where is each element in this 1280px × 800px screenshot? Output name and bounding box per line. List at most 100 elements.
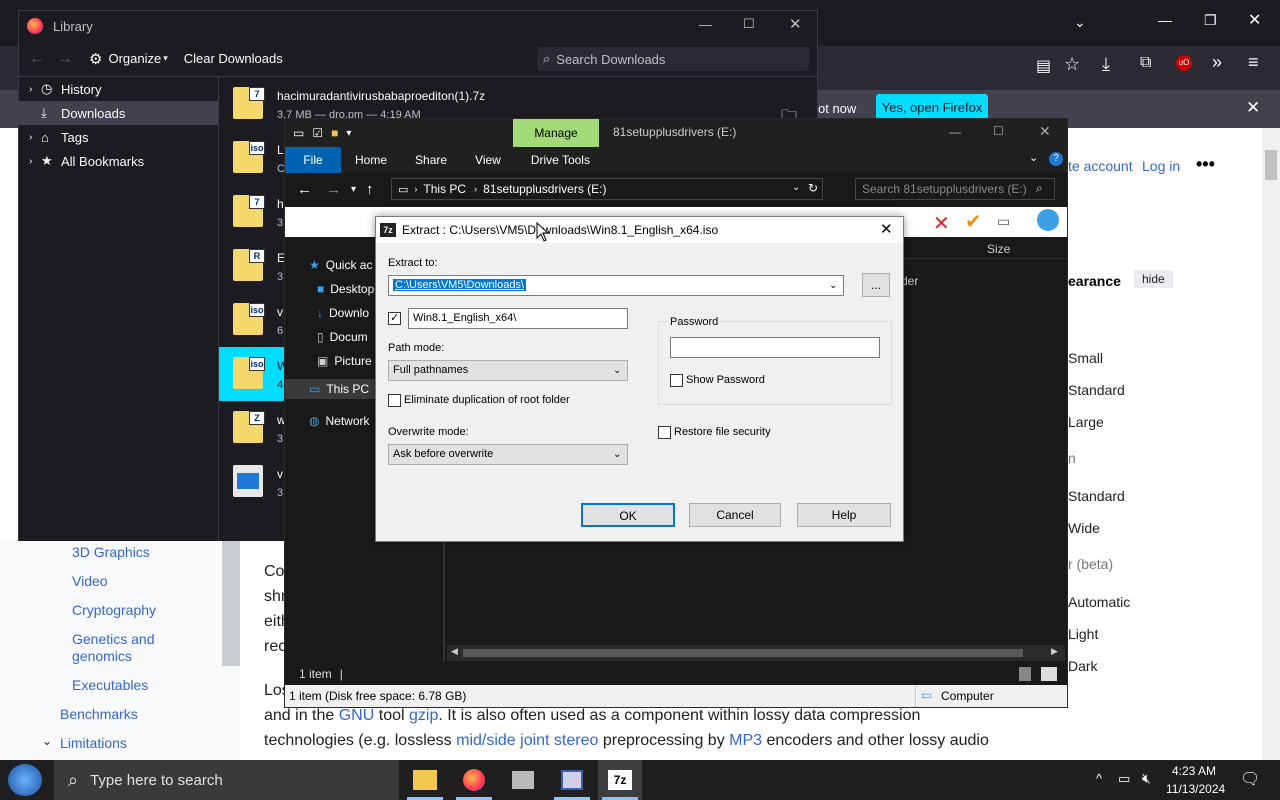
tab-file[interactable]: File xyxy=(285,147,341,173)
search-downloads-input[interactable]: ⌕ Search Downloads xyxy=(537,47,809,71)
explorer-search-input[interactable]: Search 81setupplusdrivers (E:) ⌕ xyxy=(855,178,1055,200)
subfolder-input[interactable]: Win8.1_English_x64\ xyxy=(408,308,628,329)
size-column[interactable]: Size xyxy=(987,242,1010,256)
minimize-icon[interactable]: — xyxy=(1158,12,1172,28)
minimize-icon[interactable]: — xyxy=(949,125,961,139)
help-button[interactable]: Help xyxy=(797,503,891,527)
restore-icon[interactable]: ❐ xyxy=(1204,12,1217,29)
organize-button[interactable]: Organize xyxy=(108,51,161,66)
extract-to-combo[interactable]: C:\Users\VM5\Downloads\ ⌄ xyxy=(388,275,844,296)
sidebar-item-history[interactable]: › ◷ History xyxy=(19,77,218,101)
sidebar-item-downloads[interactable]: ⤓ Downloads xyxy=(19,101,218,125)
toc-collapse-icon[interactable]: ⌄ xyxy=(42,734,52,748)
bookmark-star-icon[interactable]: ☆ xyxy=(1064,54,1080,75)
recent-dropdown-icon[interactable]: ▾ xyxy=(351,184,356,195)
close-icon[interactable]: ✕ xyxy=(1039,123,1051,140)
menu-icon[interactable]: ≡ xyxy=(1248,52,1259,73)
toc-executables[interactable]: Executables xyxy=(72,677,148,693)
up-icon[interactable]: ↑ xyxy=(366,181,374,198)
tab-view[interactable]: View xyxy=(475,153,501,167)
subfolder-checkbox[interactable]: ✓ xyxy=(388,312,401,325)
option-automatic[interactable]: Automatic xyxy=(1068,594,1130,610)
more-tools-icon[interactable]: » xyxy=(1212,52,1222,73)
mp3-link[interactable]: MP3 xyxy=(729,732,762,749)
toc-cryptography[interactable]: Cryptography xyxy=(72,602,156,618)
overwrite-mode-select[interactable]: Ask before overwrite ⌄ xyxy=(388,444,628,465)
toc-video[interactable]: Video xyxy=(72,573,108,589)
page-scrollbar[interactable] xyxy=(1262,128,1280,760)
back-icon[interactable]: ← xyxy=(297,181,312,198)
not-now-button[interactable]: ot now xyxy=(818,101,856,116)
minimize-icon[interactable]: — xyxy=(699,17,712,32)
taskbar-firefox[interactable] xyxy=(452,760,496,800)
password-input[interactable] xyxy=(670,337,880,358)
cancel-button[interactable]: Cancel xyxy=(689,503,781,527)
sidebar-item-bookmarks[interactable]: › ★ All Bookmarks xyxy=(19,149,218,173)
network-icon[interactable]: ▭ xyxy=(1118,771,1130,787)
back-icon[interactable]: ← xyxy=(29,50,45,68)
nav-pictures[interactable]: ▣ Picture xyxy=(317,351,372,371)
close-icon[interactable]: ✕ xyxy=(1248,10,1261,30)
restore-security-checkbox[interactable] xyxy=(658,426,671,439)
clock-time[interactable]: 4:23 AM xyxy=(1172,764,1216,778)
notifications-icon[interactable]: 🗨︎ xyxy=(1240,769,1260,789)
help-icon[interactable]: ? xyxy=(1049,152,1063,166)
ok-button[interactable]: OK xyxy=(581,503,675,527)
taskbar-search-input[interactable]: ⌕ Type here to search xyxy=(54,760,399,800)
clock-date[interactable]: 11/13/2024 xyxy=(1166,782,1225,796)
forward-icon[interactable]: → xyxy=(57,50,73,68)
volume-muted-icon[interactable]: 🔇︎ xyxy=(1142,770,1151,787)
option-standard[interactable]: Standard xyxy=(1068,382,1125,398)
toc-genetics[interactable]: Genetics and xyxy=(72,631,155,647)
tab-home[interactable]: Home xyxy=(355,153,387,167)
tiles-view-icon[interactable] xyxy=(1041,667,1057,681)
option-width-standard[interactable]: Standard xyxy=(1068,488,1125,504)
refresh-icon[interactable]: ↻ xyxy=(808,181,818,195)
option-dark[interactable]: Dark xyxy=(1068,658,1098,674)
downloads-icon[interactable]: ⤓ xyxy=(1102,54,1110,75)
option-large[interactable]: Large xyxy=(1068,414,1104,430)
close-icon[interactable]: ✕ xyxy=(880,220,893,238)
toc-limitations[interactable]: Limitations xyxy=(60,735,127,751)
toc-3d-graphics[interactable]: 3D Graphics xyxy=(72,544,150,560)
nav-downloads[interactable]: ↓ Downlo xyxy=(317,303,369,323)
list-tabs-icon[interactable]: ⌄ xyxy=(1074,14,1086,31)
nav-quick-access[interactable]: ★ Quick ac xyxy=(309,255,372,275)
taskbar-setup[interactable] xyxy=(550,760,594,800)
tab-drive-tools[interactable]: Drive Tools xyxy=(531,153,590,167)
browse-button[interactable]: ... xyxy=(862,273,890,297)
info-icon[interactable]: ▭ xyxy=(997,213,1010,230)
nav-network[interactable]: ◍ Network xyxy=(309,411,370,431)
login-link[interactable]: Log in xyxy=(1142,158,1180,174)
option-small[interactable]: Small xyxy=(1068,350,1103,366)
breadcrumb-drive[interactable]: 81setupplusdrivers (E:) xyxy=(483,182,606,196)
option-wide[interactable]: Wide xyxy=(1068,520,1100,536)
clear-downloads-button[interactable]: Clear Downloads xyxy=(184,51,283,66)
path-mode-select[interactable]: Full pathnames ⌄ xyxy=(388,360,628,381)
maximize-icon[interactable]: ☐ xyxy=(993,124,1004,138)
manage-tab[interactable]: Manage xyxy=(513,119,599,147)
horizontal-scrollbar[interactable]: ◀ ▶ xyxy=(447,645,1065,661)
reader-view-icon[interactable]: ▤ xyxy=(1036,56,1051,76)
toc-benchmarks[interactable]: Benchmarks xyxy=(60,706,138,722)
gnu-link[interactable]: GNU xyxy=(339,707,375,724)
toc-genomics[interactable]: genomics xyxy=(72,648,132,664)
properties-icon[interactable]: ☑ xyxy=(312,126,323,140)
taskbar-7zip[interactable]: 7z xyxy=(598,760,642,800)
show-hidden-icons-icon[interactable]: ^ xyxy=(1096,771,1102,786)
hide-button[interactable]: hide xyxy=(1134,270,1173,288)
details-view-icon[interactable] xyxy=(1019,667,1031,681)
show-password-checkbox[interactable] xyxy=(670,374,683,387)
mid-side-link[interactable]: mid/side joint stereo xyxy=(456,732,598,749)
test-check-icon[interactable]: ✔ xyxy=(965,209,982,234)
eliminate-duplication-checkbox[interactable] xyxy=(388,394,401,407)
start-button[interactable] xyxy=(8,764,42,796)
forward-icon[interactable]: → xyxy=(326,181,341,198)
extensions-icon[interactable]: ⧉ xyxy=(1140,54,1151,72)
maximize-icon[interactable]: ☐ xyxy=(743,16,755,32)
qat-dropdown-icon[interactable]: ▾ xyxy=(346,128,351,139)
ublock-icon[interactable]: uO xyxy=(1176,55,1192,71)
tab-share[interactable]: Share xyxy=(415,153,447,167)
more-options-icon[interactable]: ••• xyxy=(1196,154,1215,175)
chevron-down-icon[interactable]: ⌄ xyxy=(792,182,800,193)
